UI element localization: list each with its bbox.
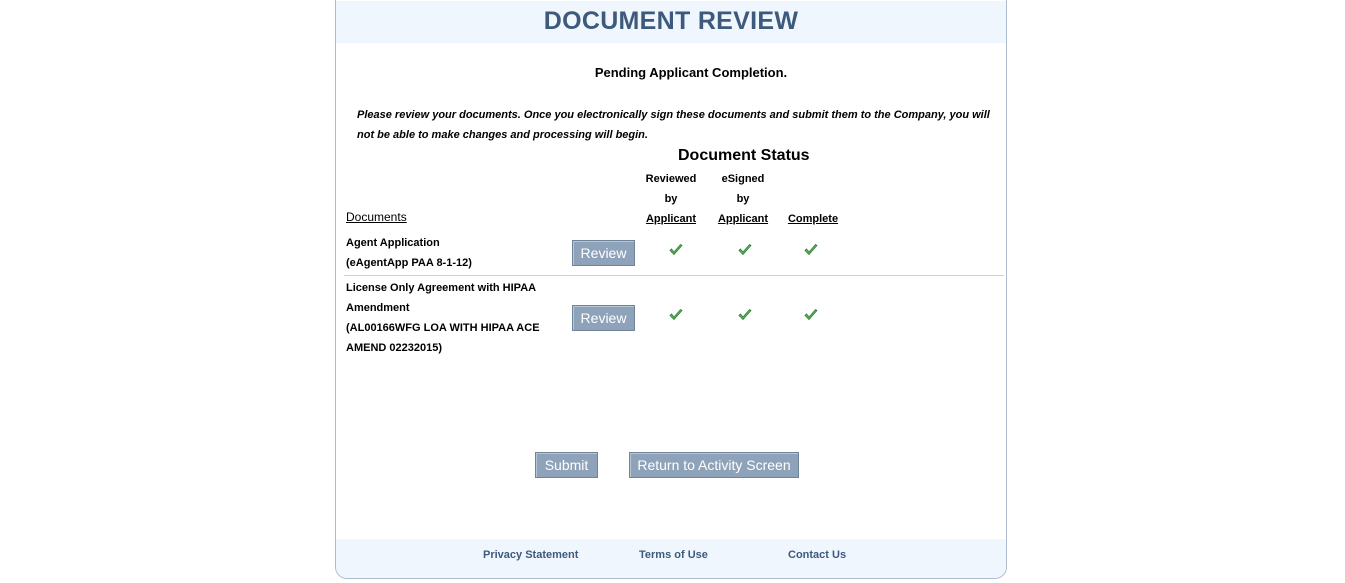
esigned-check-icon [738, 308, 752, 321]
esigned-check-icon [738, 243, 752, 256]
document-name-line: (eAgentApp PAA 8-1-12) [346, 257, 472, 269]
column-header-reviewed-line3: Applicant [645, 213, 697, 225]
row-divider [344, 275, 1004, 276]
reviewed-check-icon [669, 308, 683, 321]
column-header-reviewed-line1: Reviewed [645, 173, 697, 185]
document-name-line: AMEND 02232015) [346, 342, 442, 354]
document-name-agent-application: Agent Application (eAgentApp PAA 8-1-12) [346, 233, 546, 273]
column-header-esigned-line2: by [736, 193, 750, 205]
document-name-line: (AL00166WFG LOA WITH HIPAA ACE [346, 322, 540, 334]
column-header-reviewed-line2: by [664, 193, 678, 205]
documents-column-label: Documents [346, 210, 407, 224]
status-message: Pending Applicant Completion. [594, 65, 788, 80]
document-status-heading: Document Status [678, 147, 810, 164]
privacy-statement-link[interactable]: Privacy Statement [483, 549, 578, 561]
contact-us-link[interactable]: Contact Us [788, 549, 846, 561]
document-name-line: Agent Application [346, 237, 440, 249]
header-band: DOCUMENT REVIEW [336, 1, 1006, 43]
review-button-agent-application[interactable]: Review [572, 240, 635, 266]
complete-check-icon [804, 243, 818, 256]
complete-check-icon [804, 308, 818, 321]
document-name-line: Amendment [346, 302, 410, 314]
return-to-activity-button[interactable]: Return to Activity Screen [629, 452, 799, 478]
page-title: DOCUMENT REVIEW [543, 7, 799, 35]
terms-of-use-link[interactable]: Terms of Use [639, 549, 708, 561]
review-button-license-agreement[interactable]: Review [572, 305, 635, 331]
column-header-complete: Complete [782, 209, 844, 229]
document-review-panel: DOCUMENT REVIEW Pending Applicant Comple… [335, 0, 1007, 579]
column-header-esigned: eSigned by Applicant [713, 169, 773, 229]
document-name-license-agreement: License Only Agreement with HIPAA Amendm… [346, 278, 546, 358]
column-header-reviewed: Reviewed by Applicant [641, 169, 701, 229]
column-header-complete-label: Complete [787, 213, 839, 225]
submit-button[interactable]: Submit [535, 452, 598, 478]
document-name-line: License Only Agreement with HIPAA [346, 282, 537, 294]
column-header-esigned-line3: Applicant [717, 213, 769, 225]
column-header-esigned-line1: eSigned [721, 173, 765, 185]
footer: Privacy Statement Terms of Use Contact U… [336, 539, 1006, 578]
reviewed-check-icon [669, 243, 683, 256]
instructions-text: Please review your documents. Once you e… [357, 109, 990, 141]
